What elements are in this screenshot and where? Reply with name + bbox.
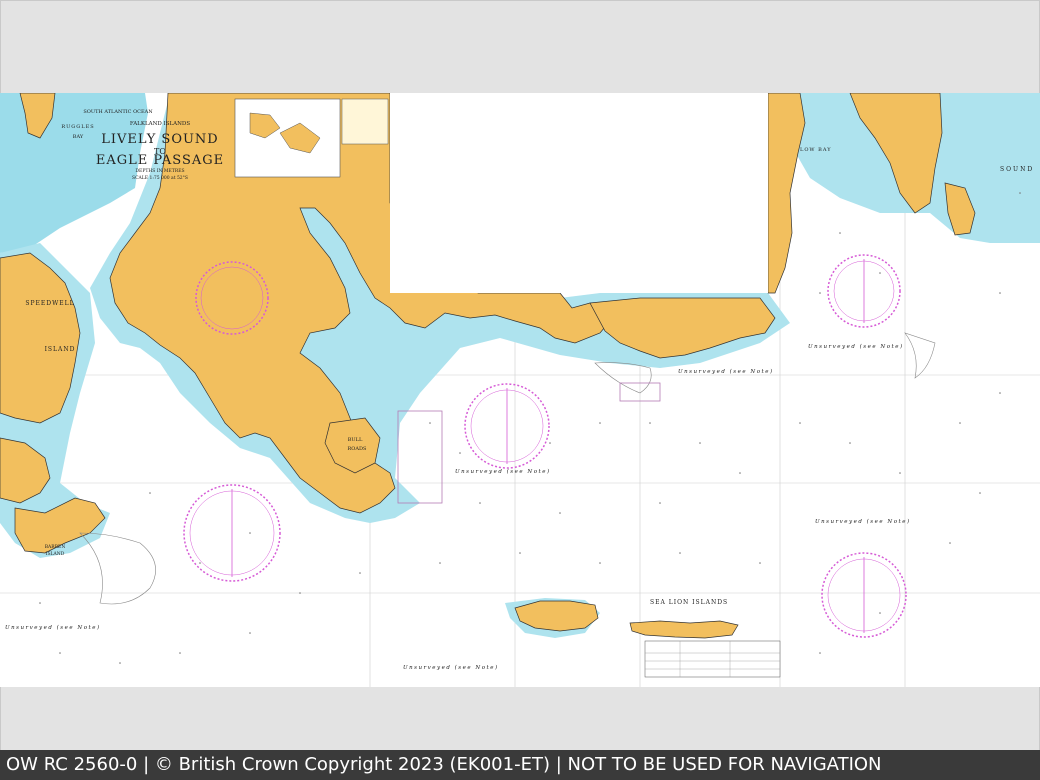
compass-rose-5 (821, 552, 907, 638)
sound-label: SOUND (1000, 166, 1034, 173)
region-label: FALKLAND ISLANDS (130, 121, 190, 127)
land-sea-lion-east (629, 620, 739, 639)
nautical-chart[interactable]: SOUTH ATLANTIC OCEAN FALKLAND ISLANDS LI… (0, 93, 1040, 687)
sea-lion-islands-label: SEA LION ISLANDS (650, 599, 728, 606)
bull-label: BULL (348, 437, 363, 443)
barren-label: BARREN (45, 544, 66, 550)
chart-title-line3: EAGLE PASSAGE (96, 153, 224, 168)
unsurveyed-note-1: Unsurveyed (see Note) (455, 468, 551, 475)
bay-label: BAY (73, 134, 84, 140)
ruggles-label: RUGGLES (61, 124, 94, 130)
unsurveyed-note-6: Unsurveyed (see Note) (403, 664, 499, 671)
unsurveyed-note-4: Unsurveyed (see Note) (815, 518, 911, 525)
land-east-strip (767, 93, 806, 294)
chart-canvas[interactable]: SOUTH ATLANTIC OCEAN FALKLAND ISLANDS LI… (0, 93, 1040, 687)
scale-note: SCALE 1:75 000 at 52°S (132, 175, 188, 181)
unsurveyed-note-3: Unsurveyed (see Note) (808, 343, 904, 350)
speedwell-island-label: ISLAND (45, 346, 76, 353)
barren-island-label: ISLAND (46, 551, 65, 557)
compass-rose-3 (183, 484, 281, 582)
ocean-label: SOUTH ATLANTIC OCEAN (83, 109, 153, 115)
copyright-footer: OW RC 2560-0 | © British Crown Copyright… (0, 750, 1040, 780)
tidal-table-box (341, 98, 389, 145)
chart-title-line1: LIVELY SOUND (101, 132, 218, 147)
low-bay-label: LOW BAY (800, 147, 832, 153)
depths-note: DEPTHS IN METRES (135, 168, 184, 174)
roads-label: ROADS (348, 446, 367, 452)
compass-rose-2 (464, 383, 550, 469)
unsurveyed-note-2: Unsurveyed (see Note) (678, 368, 774, 375)
speedwell-label: SPEEDWELL (25, 300, 74, 307)
sea-lion-tide-table (644, 640, 781, 678)
open-water-northwest (0, 93, 148, 253)
compass-rose-4 (827, 254, 901, 328)
unsurveyed-note-5: Unsurveyed (see Note) (5, 624, 101, 631)
chart-blank-area (390, 93, 768, 293)
